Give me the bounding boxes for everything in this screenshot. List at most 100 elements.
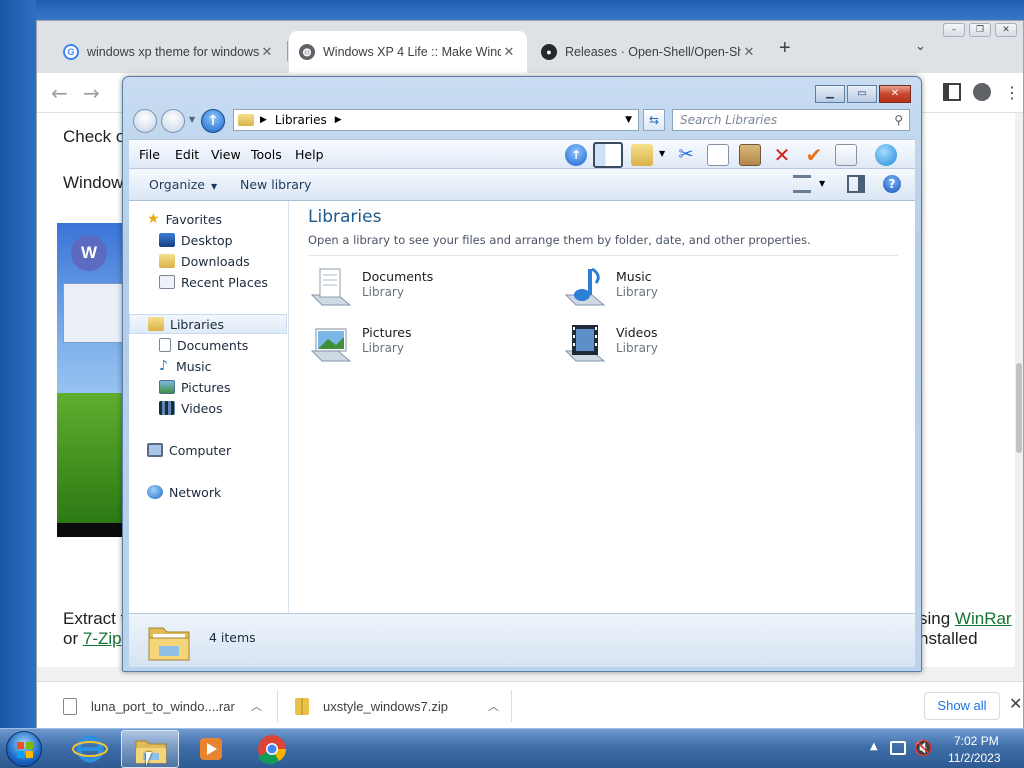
download-divider [277,690,278,722]
library-name: Videos [616,325,658,340]
menu-help[interactable]: Help [295,147,324,162]
help-icon[interactable]: ? [883,175,901,193]
back-button[interactable] [133,109,157,133]
back-arrow-icon[interactable]: ← [51,81,68,105]
clock-date[interactable]: 11/2/2023 [948,751,1001,765]
page-text-line: Window [63,173,124,192]
nav-pictures[interactable]: Pictures [129,377,287,397]
nav-recent-places[interactable]: Recent Places [129,272,287,292]
minimize-button[interactable]: – [943,23,965,37]
nav-favorites[interactable]: ★ Favorites [129,209,287,229]
7zip-link[interactable]: 7-Zip [83,629,122,648]
download-divider [511,690,512,722]
downloads-folder-icon [159,254,175,268]
menu-edit[interactable]: Edit [175,147,199,162]
close-downloads-icon[interactable]: ✕ [1009,694,1022,714]
menu-view[interactable]: View [211,147,241,162]
properties-check-icon[interactable]: ✔ [803,144,825,166]
new-library-button[interactable]: New library [240,177,311,192]
start-button[interactable] [6,731,42,767]
kebab-menu-icon[interactable]: ⋮ [1003,83,1021,102]
volume-muted-icon[interactable]: 🔇 [914,739,933,757]
breadcrumb-arrow-icon[interactable]: ▶ [260,115,267,125]
refresh-icon[interactable]: ⇆ [643,109,665,131]
copy-icon[interactable] [707,144,729,166]
nav-videos[interactable]: Videos [129,398,287,418]
change-view-icon[interactable] [793,175,811,193]
chevron-up-icon[interactable]: ︿ [488,698,499,714]
tab-close-icon[interactable]: ✕ [741,44,757,60]
video-thumbnail[interactable]: W [57,223,129,537]
nav-music[interactable]: ♪ Music [129,356,287,376]
folder-options-icon[interactable] [631,144,653,166]
clock-time[interactable]: 7:02 PM [954,734,999,748]
forward-arrow-icon[interactable]: → [83,81,100,105]
tab-google-search[interactable]: G windows xp theme for windows 7 ✕ [53,31,285,73]
download-item-luna[interactable]: luna_port_to_windo....rar ︿ [63,682,262,730]
address-bar[interactable]: ▶ Libraries ▶ ▼ [233,109,639,131]
up-arrow-icon[interactable]: ↑ [565,144,587,166]
organize-button[interactable]: Organize ▼ [149,177,217,192]
tab-open-shell-releases[interactable]: ● Releases · Open-Shell/Open-Shell ✕ [531,31,767,73]
new-tab-button[interactable]: + [779,37,791,60]
nav-computer[interactable]: Computer [129,440,287,460]
preview-pane-icon[interactable] [593,142,623,168]
address-dropdown-icon[interactable]: ▼ [625,115,632,125]
show-hidden-icons-chevron-icon[interactable]: ▲ [870,741,878,752]
search-icon[interactable]: ⚲ [894,110,903,130]
cut-icon[interactable]: ✂ [675,144,697,166]
nav-network[interactable]: Network [129,482,287,502]
forward-button[interactable] [161,109,185,133]
nav-libraries[interactable]: Libraries [129,314,287,334]
extract-text: Extract t [63,609,126,628]
internet-explorer-taskbar-button[interactable] [62,730,120,768]
page-vertical-scrollbar[interactable] [1015,113,1023,667]
library-item-pictures[interactable]: Pictures Library [308,319,538,369]
tab-close-icon[interactable]: ✕ [501,44,517,60]
network-tray-icon[interactable] [890,741,906,755]
computer-icon [147,443,163,457]
paste-icon[interactable] [739,144,761,166]
breadcrumb-arrow-icon[interactable]: ▶ [335,115,342,125]
nav-label: Documents [177,337,249,353]
email-icon[interactable] [835,144,857,166]
page-title: Libraries [308,207,382,227]
media-player-taskbar-button[interactable] [182,730,240,768]
library-item-videos[interactable]: Videos Library [562,319,792,369]
search-input[interactable]: Search Libraries ⚲ [672,109,910,131]
library-item-music[interactable]: Music Library [562,263,792,313]
menu-tools[interactable]: Tools [251,147,282,162]
scrollbar-thumb[interactable] [1016,363,1022,453]
menu-bar: File Edit View Tools Help ↑ ▼ ✂ ✕ ✔ [129,139,915,169]
nav-documents[interactable]: Documents [129,335,287,355]
profile-avatar-icon[interactable] [973,83,991,101]
winrar-link[interactable]: WinRar [955,609,1012,628]
nav-desktop[interactable]: Desktop [129,230,287,250]
explorer-minimize-button[interactable]: ▁ [815,85,845,103]
delete-icon[interactable]: ✕ [771,144,793,166]
download-item-uxstyle[interactable]: uxstyle_windows7.zip ︿ [295,682,499,730]
chevron-up-icon[interactable]: ︿ [251,698,262,714]
tab-windows-xp-4-life[interactable]: ◍ Windows XP 4 Life :: Make Windows ✕ [289,31,527,73]
item-count: 4 items [209,630,256,645]
menu-file[interactable]: File [139,147,160,162]
nav-downloads[interactable]: Downloads [129,251,287,271]
restore-button[interactable]: ❐ [969,23,991,37]
shell-icon[interactable] [875,144,897,166]
library-item-documents[interactable]: Documents Library [308,263,538,313]
tab-search-chevron-icon[interactable]: ⌄ [915,39,926,54]
chrome-taskbar-button[interactable] [243,730,301,768]
up-folder-button[interactable]: ↑ [201,109,225,133]
side-panel-icon[interactable] [943,83,961,101]
close-button[interactable]: ✕ [995,23,1017,37]
tab-close-icon[interactable]: ✕ [259,44,275,60]
preview-pane-toggle-icon[interactable] [847,175,865,193]
explorer-maximize-button[interactable]: ▭ [847,85,877,103]
google-icon: G [63,44,79,60]
breadcrumb-libraries[interactable]: Libraries [275,113,327,127]
views-dropdown-icon[interactable]: ▼ [659,149,665,158]
explorer-close-button[interactable]: ✕ [879,85,911,103]
recent-pages-chevron-icon[interactable]: ▼ [189,115,195,124]
show-all-button[interactable]: Show all [924,692,1000,720]
view-dropdown-icon[interactable]: ▼ [819,179,825,188]
